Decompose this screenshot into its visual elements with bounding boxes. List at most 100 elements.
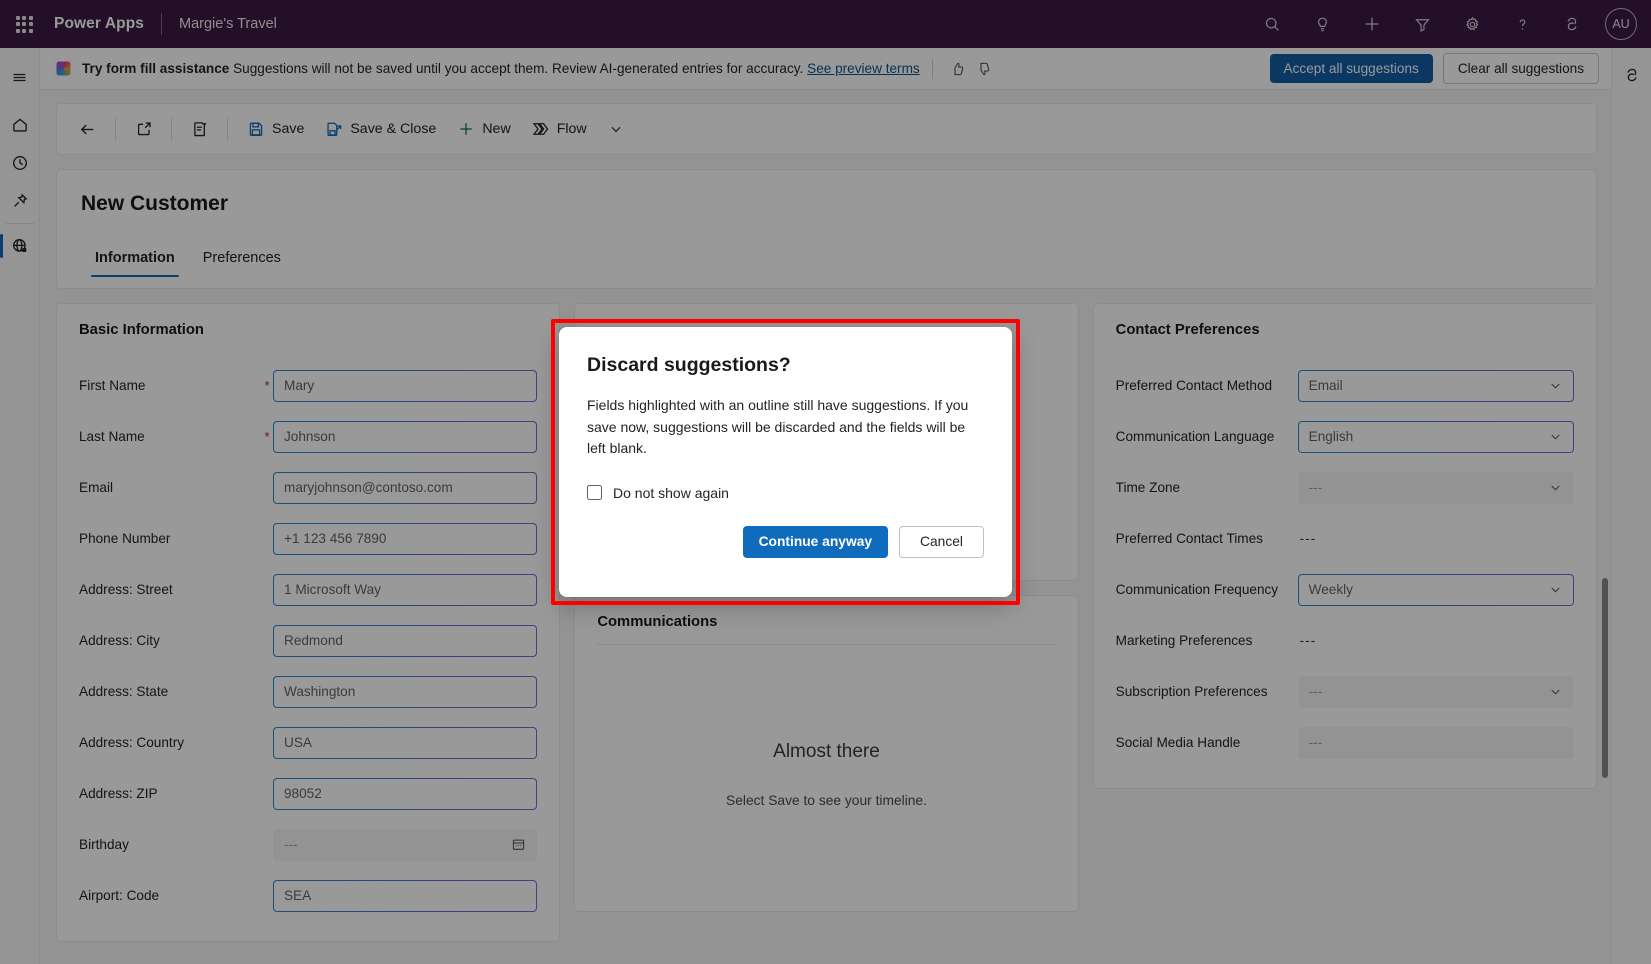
lightbulb-icon[interactable] — [1297, 0, 1347, 48]
field-label: Email — [79, 480, 261, 495]
gear-icon[interactable] — [1447, 0, 1497, 48]
thumbs-down-icon[interactable] — [971, 56, 997, 82]
section-title: Basic Information — [79, 322, 537, 338]
see-preview-terms-link[interactable]: See preview terms — [807, 61, 920, 76]
empty-state-heading: Almost there — [773, 741, 880, 763]
hamburger-menu-icon[interactable] — [0, 58, 40, 96]
address-street-input[interactable]: 1 Microsoft Way — [273, 574, 537, 606]
field-row: Social Media Handle --- — [1116, 717, 1574, 768]
app-root: Power Apps Margie's Travel — [0, 0, 1651, 964]
new-button[interactable]: New — [447, 112, 519, 146]
do-not-show-again-checkbox[interactable]: Do not show again — [587, 485, 984, 501]
field-row: Birthday --- — [79, 819, 537, 870]
thumbs-up-icon[interactable] — [945, 56, 971, 82]
flow-button[interactable]: Flow — [522, 112, 596, 146]
copilot-panel-icon[interactable] — [1612, 56, 1651, 94]
banner-bold-text: Try form fill assistance — [82, 61, 229, 76]
field-row: Communication Frequency Weekly — [1116, 564, 1574, 615]
save-close-icon — [324, 120, 343, 139]
time-zone-dropdown[interactable]: --- — [1298, 472, 1574, 504]
back-arrow-icon[interactable] — [69, 112, 106, 146]
field-label: Time Zone — [1116, 480, 1298, 495]
save-label: Save — [272, 121, 304, 137]
communication-language-dropdown[interactable]: English — [1298, 421, 1574, 453]
field-row: Address: State Washington — [79, 666, 537, 717]
dropdown-value: Weekly — [1309, 582, 1353, 597]
address-city-input[interactable]: Redmond — [273, 625, 537, 657]
address-state-input[interactable]: Washington — [273, 676, 537, 708]
home-icon[interactable] — [0, 106, 40, 144]
plus-icon[interactable] — [1347, 0, 1397, 48]
form-header: New Customer Information Preferences — [56, 169, 1597, 289]
field-row: Address: City Redmond — [79, 615, 537, 666]
tab-preferences[interactable]: Preferences — [189, 242, 295, 277]
pinned-icon[interactable] — [0, 182, 40, 220]
dialog-title: Discard suggestions? — [587, 354, 984, 377]
last-name-input[interactable]: Johnson — [273, 421, 537, 453]
copilot-icon[interactable] — [1547, 0, 1597, 48]
vertical-scrollbar[interactable] — [1602, 578, 1608, 778]
dropdown-value: --- — [1309, 480, 1323, 495]
airport-code-input[interactable]: SEA — [273, 880, 537, 912]
subscription-preferences-dropdown[interactable]: --- — [1298, 676, 1574, 708]
dialog-body-text: Fields highlighted with an outline still… — [587, 395, 972, 460]
marketing-preferences-value: --- — [1298, 633, 1574, 648]
email-input[interactable]: maryjohnson@contoso.com — [273, 472, 537, 504]
field-label: Address: State — [79, 684, 261, 699]
communications-empty-state: Almost there Select Save to see your tim… — [597, 645, 1055, 903]
section-title: Communications — [597, 614, 1055, 645]
calendar-icon[interactable] — [511, 837, 526, 852]
section-title: Contact Preferences — [1116, 322, 1574, 338]
help-icon[interactable] — [1497, 0, 1547, 48]
form-tabs: Information Preferences — [81, 242, 1596, 277]
chevron-down-icon — [1548, 582, 1563, 597]
communication-frequency-dropdown[interactable]: Weekly — [1298, 574, 1574, 606]
field-label: Birthday — [79, 837, 261, 852]
field-row: Preferred Contact Times --- — [1116, 513, 1574, 564]
chevron-down-icon — [1548, 480, 1563, 495]
site-map-globe-icon[interactable] — [0, 227, 40, 265]
phone-number-input[interactable]: +1 123 456 7890 — [273, 523, 537, 555]
banner-divider — [932, 59, 933, 79]
empty-state-text: Select Save to see your timeline. — [726, 793, 927, 808]
save-close-label: Save & Close — [350, 121, 436, 137]
accept-all-suggestions-button[interactable]: Accept all suggestions — [1270, 54, 1433, 83]
save-button[interactable]: Save — [237, 112, 313, 146]
form-fill-ai-icon[interactable] — [181, 112, 218, 146]
save-and-close-button[interactable]: Save & Close — [315, 112, 445, 146]
chevron-down-icon — [1548, 429, 1563, 444]
field-label: Preferred Contact Method — [1116, 378, 1298, 393]
discard-suggestions-dialog: Discard suggestions? Fields highlighted … — [559, 327, 1012, 597]
field-label: Address: Country — [79, 735, 261, 750]
birthday-input[interactable]: --- — [273, 829, 537, 861]
field-row: Time Zone --- — [1116, 462, 1574, 513]
recent-clock-icon[interactable] — [0, 144, 40, 182]
address-country-input[interactable]: USA — [273, 727, 537, 759]
cancel-button[interactable]: Cancel — [899, 526, 984, 558]
continue-anyway-button[interactable]: Continue anyway — [743, 526, 888, 558]
command-divider-2 — [171, 117, 172, 141]
dropdown-value: --- — [1309, 684, 1323, 699]
clear-all-suggestions-button[interactable]: Clear all suggestions — [1443, 53, 1599, 84]
filter-icon[interactable] — [1397, 0, 1447, 48]
preferred-contact-method-dropdown[interactable]: Email — [1298, 370, 1574, 402]
header-divider — [161, 13, 162, 35]
dropdown-value: Email — [1309, 378, 1343, 393]
field-row: Subscription Preferences --- — [1116, 666, 1574, 717]
column-basic-information: Basic Information First Name * Mary Last… — [56, 303, 560, 942]
flow-chevron-down-icon[interactable] — [598, 112, 635, 146]
chevron-down-icon — [1548, 684, 1563, 699]
checkbox-box[interactable] — [587, 485, 602, 500]
command-divider — [115, 117, 116, 141]
app-launcher-icon[interactable] — [0, 0, 48, 48]
popout-icon[interactable] — [125, 112, 162, 146]
copilot-icon — [54, 59, 73, 78]
command-bar: Save Save & Close New Flow — [56, 103, 1597, 155]
search-icon[interactable] — [1247, 0, 1297, 48]
tab-information[interactable]: Information — [81, 242, 189, 277]
address-zip-input[interactable]: 98052 — [273, 778, 537, 810]
field-label: Airport: Code — [79, 888, 261, 903]
first-name-input[interactable]: Mary — [273, 370, 537, 402]
avatar[interactable]: AU — [1605, 8, 1637, 40]
social-media-handle-input[interactable]: --- — [1298, 727, 1574, 759]
